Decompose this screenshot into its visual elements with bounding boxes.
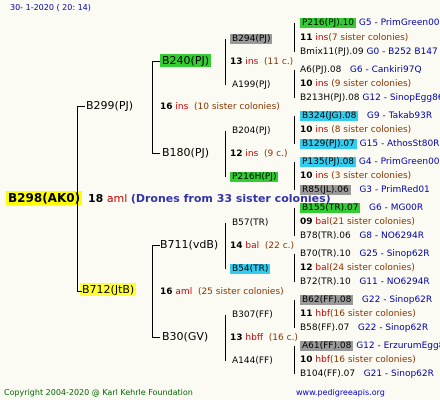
gen3-node-5[interactable]: B57(TR) <box>232 217 268 229</box>
gen3-node-7[interactable]: B307(FF) <box>232 309 273 321</box>
gen2-drone-2: 12 ins (9 c.) <box>230 149 288 159</box>
gen3-node-3[interactable]: B204(PJ) <box>232 125 270 137</box>
root-drone-info: 18 aml (Drones from 33 sister colonies) <box>88 192 331 205</box>
copyright-footer: Copyright 2004-2020 @ Karl Kehrle Founda… <box>4 388 193 397</box>
gen3-node-6[interactable]: B54(TR) <box>230 263 271 275</box>
gen3-node-1[interactable]: B294(PJ) <box>230 33 273 45</box>
gen3-node-8[interactable]: A144(FF) <box>232 355 273 367</box>
root-queen-label[interactable]: B298(AK0) <box>6 191 83 205</box>
date-header: 30- 1-2020 ( 20: 14) <box>10 3 91 12</box>
gen3-node-2[interactable]: A199(PJ) <box>232 79 270 91</box>
gen1-dam-drone: 16 aml (25 sister colonies) <box>160 287 284 297</box>
gen3-node-4[interactable]: P216H(PJ) <box>230 171 279 183</box>
site-link[interactable]: www.pedigreeapis.org <box>296 387 385 399</box>
gen2-node-4[interactable]: B30(GV) <box>162 331 208 343</box>
gen1-sire[interactable]: B299(PJ) <box>86 100 133 112</box>
gen2-node-1[interactable]: B240(PJ) <box>160 54 212 67</box>
gen1-dam[interactable]: B712(JtB) <box>80 283 137 296</box>
gen2-drone-4: 13 hbff (16 c.) <box>230 333 298 343</box>
gen2-drone-3: 14 bal (22 c.) <box>230 241 295 251</box>
gen2-node-3[interactable]: B711(vdB) <box>160 239 218 251</box>
root-queen[interactable]: B298(AK0) <box>6 191 83 205</box>
gen2-drone-1: 13 ins (11 c.) <box>230 57 294 67</box>
gen2-node-2[interactable]: B180(PJ) <box>162 147 209 159</box>
gen1-sire-drone: 16 ins (10 sister colonies) <box>160 102 280 112</box>
